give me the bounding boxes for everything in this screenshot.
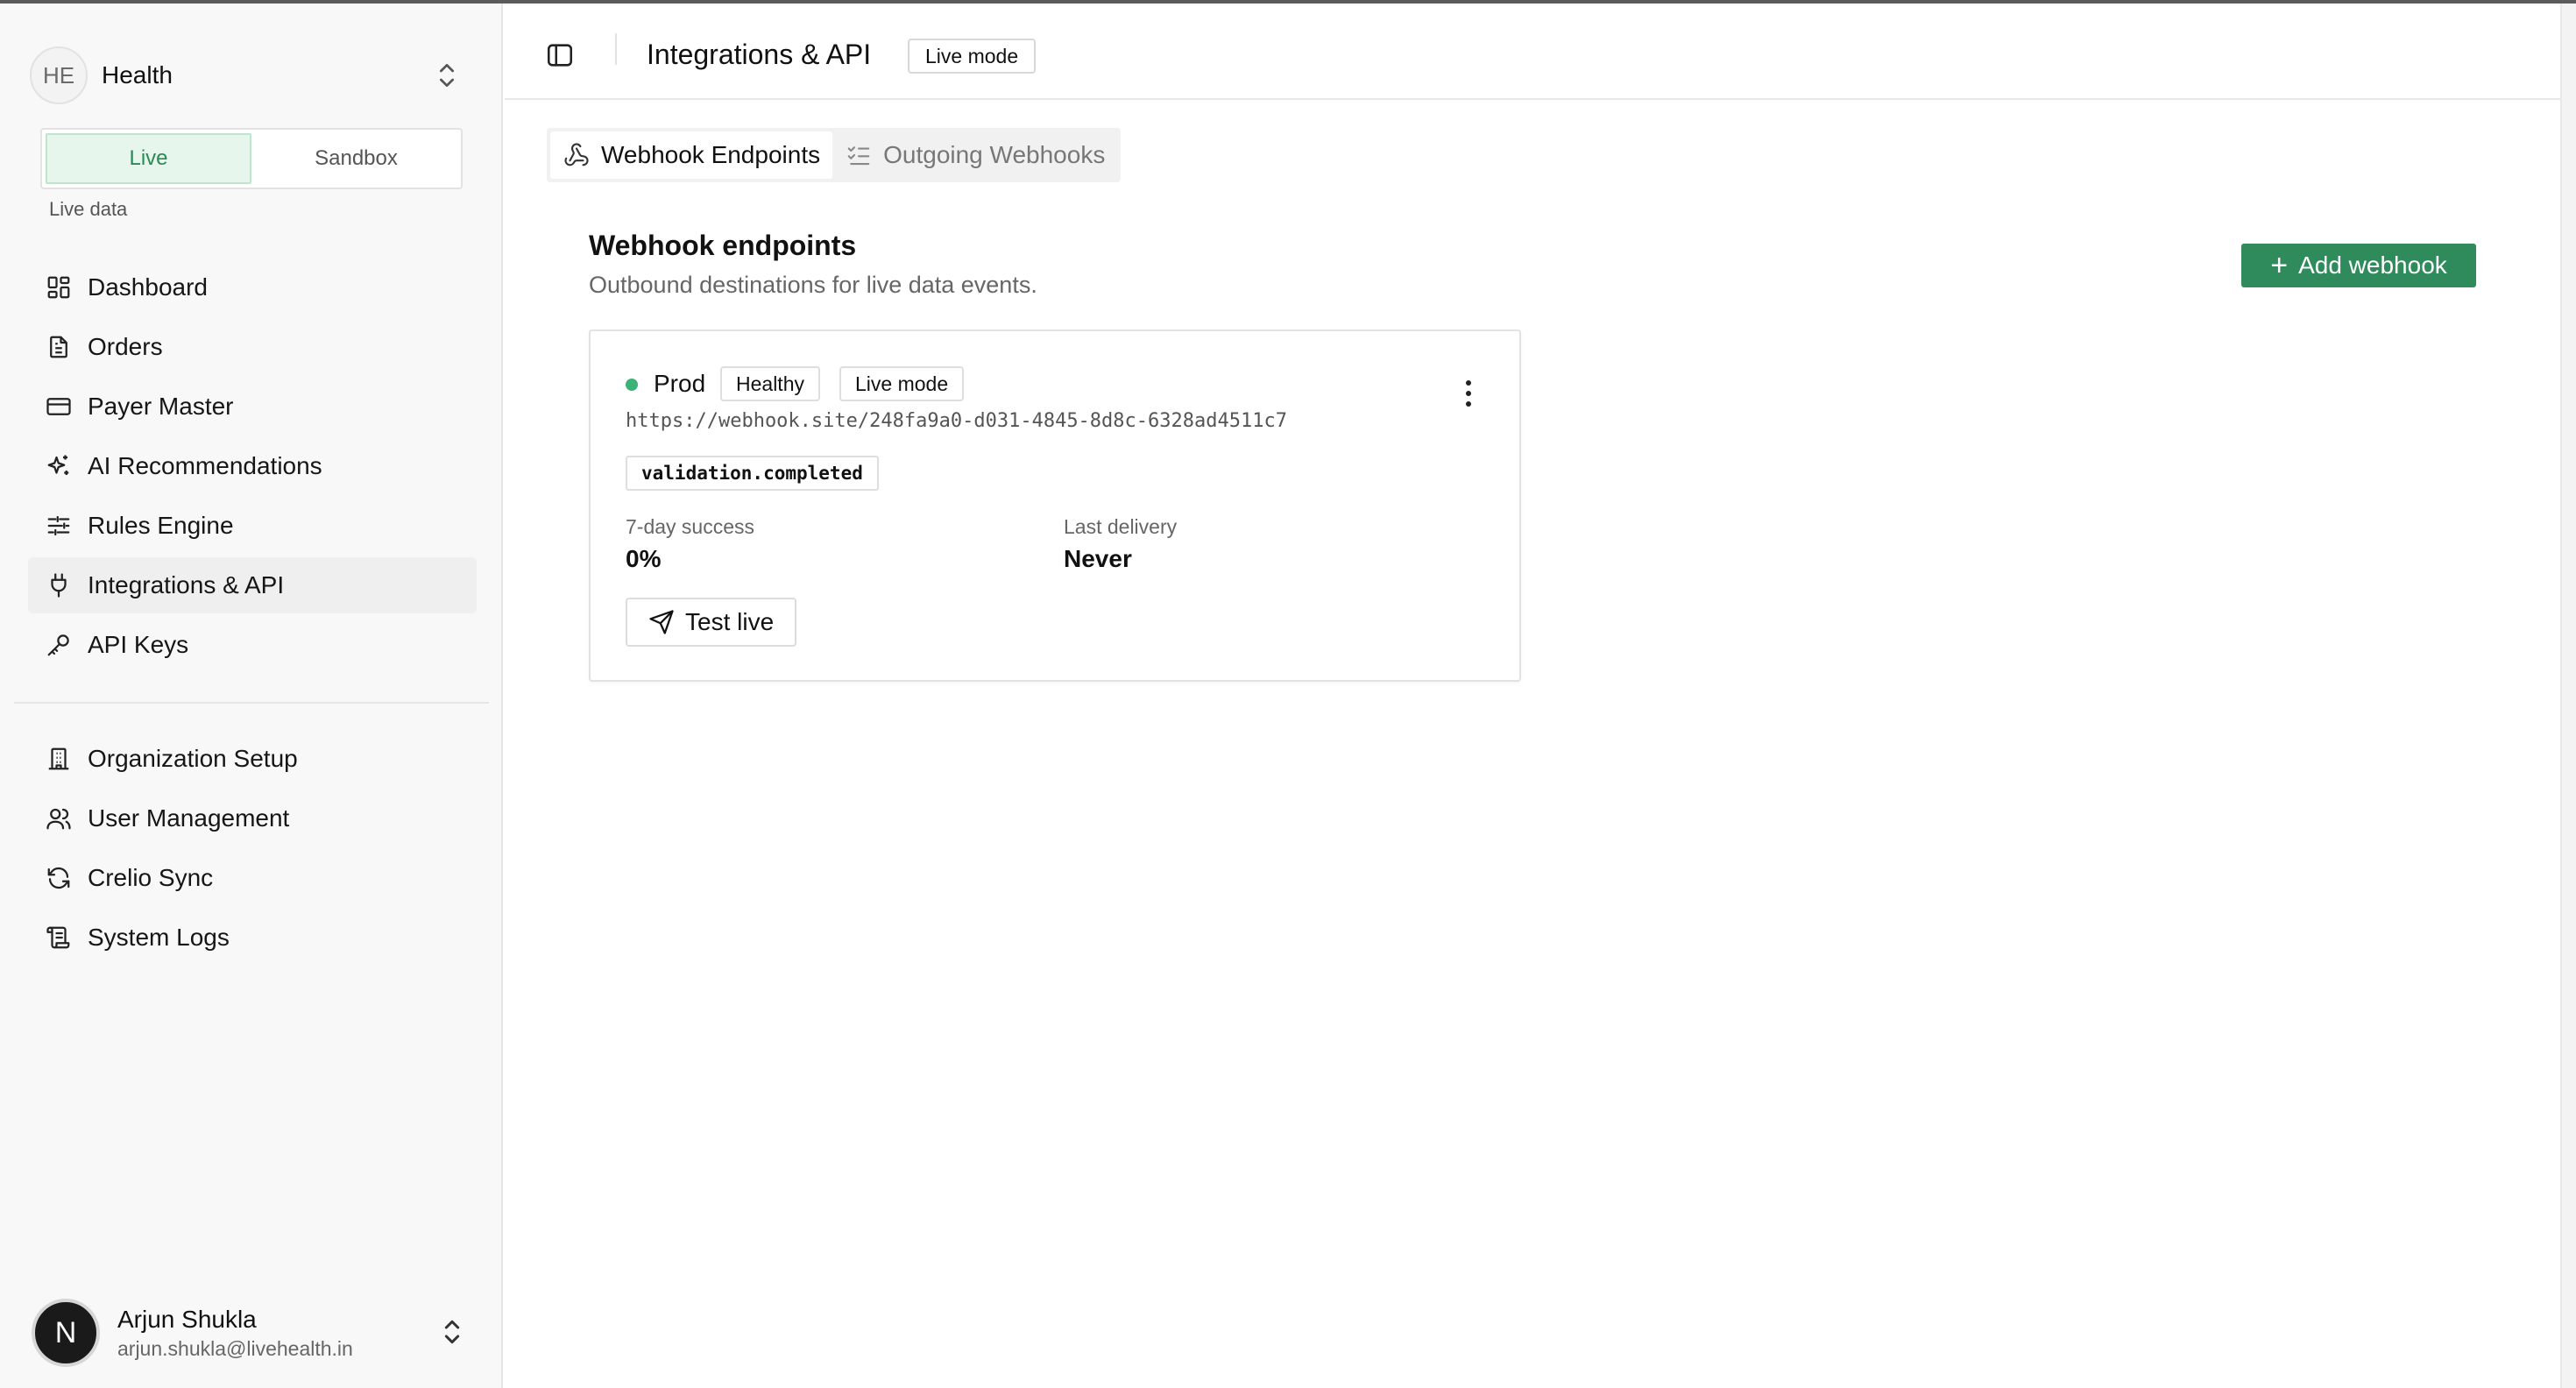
scrollbar-track[interactable] xyxy=(2560,4,2576,1388)
add-webhook-button[interactable]: + Add webhook xyxy=(2241,244,2476,287)
mode-live-button[interactable]: Live xyxy=(46,133,251,184)
health-badge: Healthy xyxy=(720,366,820,401)
sidebar-toggle-icon[interactable] xyxy=(545,40,575,70)
event-chip: validation.completed xyxy=(626,456,879,491)
sidebar-item-api-keys[interactable]: API Keys xyxy=(28,617,477,673)
refresh-icon xyxy=(44,863,74,893)
endpoint-name: Prod xyxy=(654,370,706,397)
tab-webhook-endpoints[interactable]: Webhook Endpoints xyxy=(550,131,833,179)
sidebar-item-label: User Management xyxy=(88,804,290,832)
add-webhook-label: Add webhook xyxy=(2298,251,2447,279)
users-icon xyxy=(44,804,74,833)
plug-icon xyxy=(44,570,74,600)
user-menu[interactable]: N Arjun Shukla arjun.shukla@livehealth.i… xyxy=(32,1295,470,1370)
more-options-icon[interactable] xyxy=(1460,380,1477,407)
chevrons-up-down-icon[interactable] xyxy=(435,1314,470,1349)
sidebar-item-crelio-sync[interactable]: Crelio Sync xyxy=(28,850,477,906)
header-divider xyxy=(615,33,617,65)
sidebar-item-dashboard[interactable]: Dashboard xyxy=(28,259,477,315)
sidebar-item-label: Dashboard xyxy=(88,273,208,301)
mode-badge: Live mode xyxy=(839,366,965,401)
section-title: Webhook endpoints xyxy=(589,230,857,261)
scroll-icon xyxy=(44,923,74,952)
org-avatar: HE xyxy=(30,46,88,104)
list-checks-icon xyxy=(845,141,873,169)
mode-sandbox-button[interactable]: Sandbox xyxy=(255,133,457,184)
success-rate-label: 7-day success xyxy=(626,515,755,538)
mode-hint: Live data xyxy=(49,198,128,220)
tab-list: Webhook Endpoints Outgoing Webhooks xyxy=(547,128,1122,182)
avatar: N xyxy=(32,1299,100,1367)
sidebar-item-label: Crelio Sync xyxy=(88,864,214,891)
sidebar-item-user-management[interactable]: User Management xyxy=(28,790,477,846)
sidebar-item-label: Integrations & API xyxy=(88,571,285,598)
tab-label: Outgoing Webhooks xyxy=(883,141,1106,168)
status-dot xyxy=(626,379,638,391)
sidebar-item-label: API Keys xyxy=(88,631,189,658)
key-icon xyxy=(44,630,74,660)
chevrons-up-down-icon[interactable] xyxy=(429,58,464,93)
user-info: Arjun Shukla arjun.shukla@livehealth.in xyxy=(117,1306,353,1361)
org-name: Health xyxy=(102,61,173,89)
section-subtitle: Outbound destinations for live data even… xyxy=(589,272,1037,298)
sidebar-item-label: Orders xyxy=(88,333,163,360)
user-email: arjun.shukla@livehealth.in xyxy=(117,1336,353,1360)
last-delivery-label: Last delivery xyxy=(1064,515,1178,538)
document-icon xyxy=(44,332,74,362)
secondary-nav: Organization Setup User Management Creli… xyxy=(28,731,477,969)
sidebar-item-organization-setup[interactable]: Organization Setup xyxy=(28,731,477,787)
mode-toggle: Live Sandbox xyxy=(40,128,463,189)
credit-card-icon xyxy=(44,392,74,421)
endpoint-url: https://webhook.site/248fa9a0-d031-4845-… xyxy=(626,410,1287,432)
sidebar: HE Health Live Sandbox Live data Dashboa… xyxy=(0,4,503,1388)
org-switcher[interactable]: HE Health xyxy=(30,35,464,116)
sidebar-item-orders[interactable]: Orders xyxy=(28,319,477,375)
success-rate-value: 0% xyxy=(626,545,662,572)
test-live-button[interactable]: Test live xyxy=(626,598,797,647)
sidebar-item-system-logs[interactable]: System Logs xyxy=(28,910,477,966)
last-delivery-value: Never xyxy=(1064,545,1132,572)
page-title: Integrations & API xyxy=(647,39,872,70)
user-name: Arjun Shukla xyxy=(117,1305,257,1333)
primary-nav: Dashboard Orders Payer Master AI Recomme… xyxy=(28,259,477,676)
sidebar-item-label: Payer Master xyxy=(88,393,234,420)
sidebar-item-payer-master[interactable]: Payer Master xyxy=(28,379,477,435)
nav-divider xyxy=(14,702,489,704)
sparkles-icon xyxy=(44,451,74,481)
sidebar-item-label: System Logs xyxy=(88,924,230,951)
webhook-endpoint-card: Prod Healthy Live mode https://webhook.s… xyxy=(589,329,1521,682)
sidebar-item-label: Organization Setup xyxy=(88,745,298,772)
mode-badge: Live mode xyxy=(908,39,1037,74)
plus-icon: + xyxy=(2270,249,2289,282)
webhook-icon xyxy=(563,141,591,169)
test-live-label: Test live xyxy=(685,608,775,635)
sidebar-item-ai-recommendations[interactable]: AI Recommendations xyxy=(28,438,477,494)
building-icon xyxy=(44,744,74,774)
send-icon xyxy=(648,608,676,636)
sidebar-item-label: Rules Engine xyxy=(88,512,234,539)
sidebar-item-rules-engine[interactable]: Rules Engine xyxy=(28,498,477,554)
sidebar-item-label: AI Recommendations xyxy=(88,452,322,479)
tab-label: Webhook Endpoints xyxy=(601,141,821,168)
sliders-icon xyxy=(44,511,74,541)
page-header: Integrations & API Live mode xyxy=(505,4,2560,100)
sidebar-item-integrations-api[interactable]: Integrations & API xyxy=(28,557,477,613)
tab-outgoing-webhooks[interactable]: Outgoing Webhooks xyxy=(832,131,1117,179)
dashboard-icon xyxy=(44,273,74,302)
